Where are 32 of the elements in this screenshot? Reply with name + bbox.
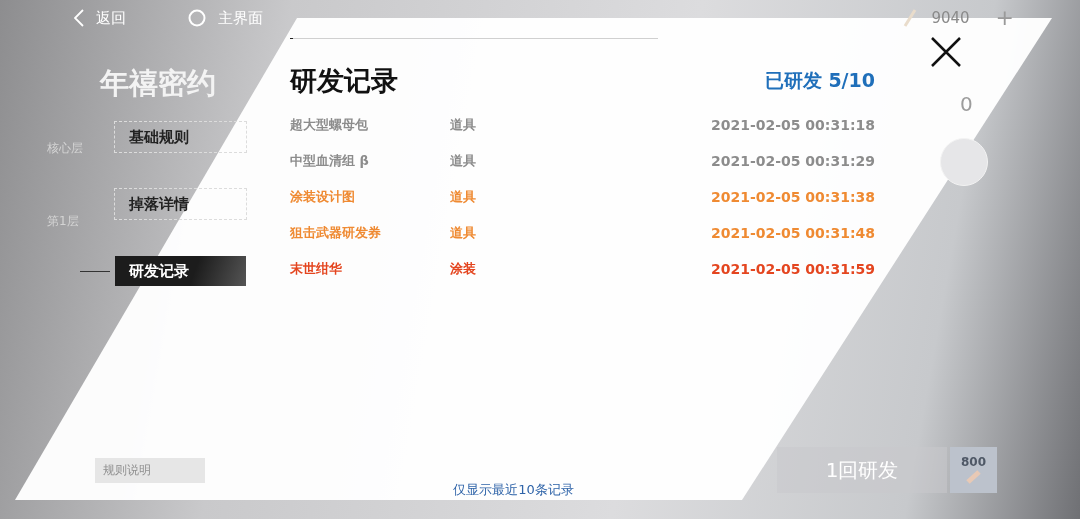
record-time: 2021-02-05 00:31:59 <box>710 261 875 277</box>
item-name: 超大型螺母包 <box>290 116 369 134</box>
dialog-title: 研发记录 <box>290 64 398 98</box>
rules-button[interactable]: 规则说明 <box>95 457 205 483</box>
tab[interactable]: 基础规则 <box>115 122 246 152</box>
item-name: 涂装设计图 <box>290 188 356 206</box>
event-title: 年禧密约 <box>98 65 217 102</box>
record-time: 2021-02-05 00:31:38 <box>710 189 875 205</box>
record-time: 2021-02-05 00:31:18 <box>710 117 875 133</box>
item-name: 狙击武器研发券 <box>290 224 382 242</box>
back-label[interactable]: 返回 <box>96 8 126 28</box>
item-type: 道具 <box>450 116 477 134</box>
tab[interactable]: 掉落详情 <box>115 189 246 219</box>
cost-amount: 800 <box>960 455 987 469</box>
close-button[interactable] <box>930 36 962 68</box>
count-label: 0 <box>960 92 973 116</box>
avatar-circle <box>940 138 988 186</box>
records-note: 仅显示最近10条记录 <box>453 481 574 499</box>
item-type: 涂装 <box>450 260 477 278</box>
home-label[interactable]: 主界面 <box>218 8 263 28</box>
item-name: 末世绀华 <box>290 260 343 278</box>
item-type: 道具 <box>450 188 477 206</box>
record-time: 2021-02-05 00:31:48 <box>710 225 875 241</box>
record-time: 2021-02-05 00:31:29 <box>710 153 875 169</box>
progress-count: 已研发 5/10 <box>764 68 875 93</box>
item-type: 道具 <box>450 152 477 170</box>
item-type: 道具 <box>450 224 477 242</box>
back-icon[interactable] <box>74 9 84 27</box>
home-icon[interactable] <box>188 9 206 27</box>
currency-amount: 9040 <box>931 9 970 27</box>
item-name: 中型血清组 β <box>290 152 370 170</box>
tab[interactable]: 研发记录 <box>115 256 246 286</box>
